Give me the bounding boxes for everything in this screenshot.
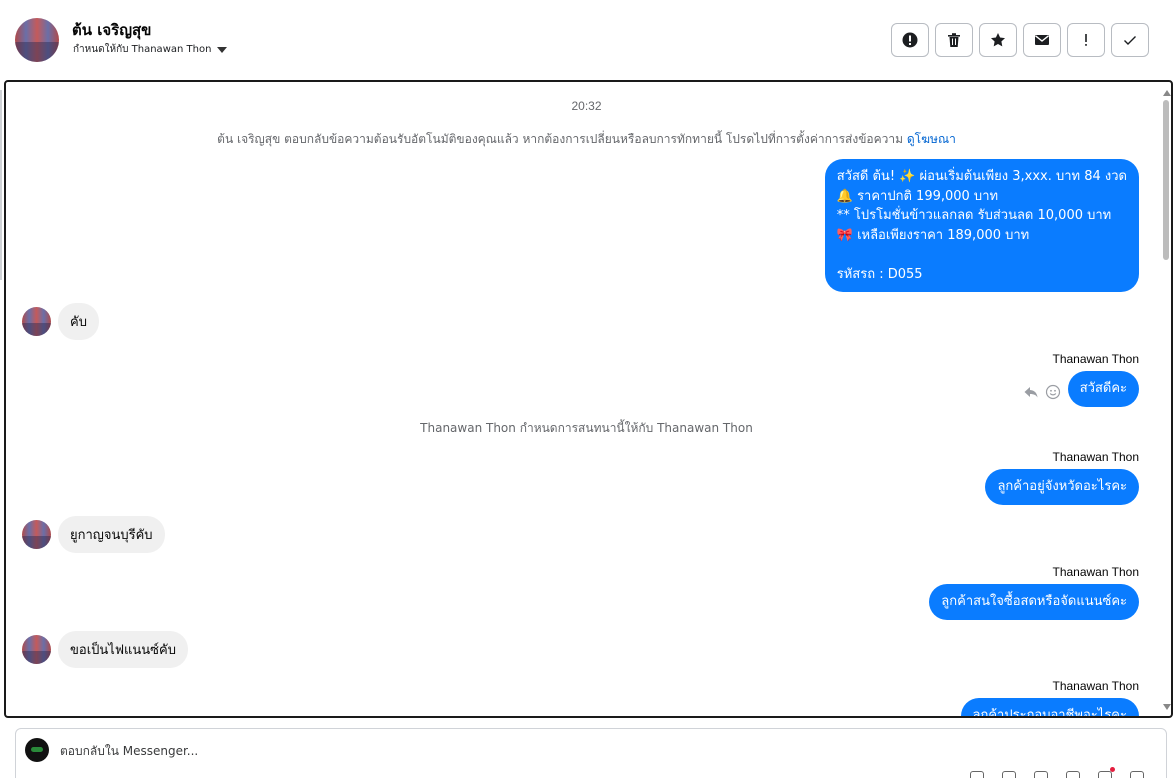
follow-up-button[interactable] [1067, 23, 1105, 57]
outgoing-message[interactable]: สวัสดี ต้น! ✨ ผ่อนเริ่มต้นเพียง 3,xxx. บ… [824, 159, 1139, 292]
message-thread[interactable]: 20:32 ต้น เจริญสุข ตอบกลับข้อความต้อนรับ… [4, 80, 1173, 718]
reply-composer [15, 728, 1167, 778]
star-icon [991, 33, 1005, 47]
incoming-message[interactable]: ยูกาญจนบุรีคับ [58, 516, 165, 553]
contact-avatar-small[interactable] [22, 635, 51, 664]
payment-icon[interactable] [1098, 767, 1115, 778]
assignee-dropdown[interactable]: กำหนดให้กับ Thanawan Thon [73, 42, 228, 57]
like-icon[interactable] [1130, 771, 1144, 778]
caret-down-icon [217, 46, 228, 53]
outgoing-message[interactable]: ลูกค้าประกอบอาชีพอะไรคะ [960, 698, 1139, 716]
scroll-up-arrow-icon[interactable] [1163, 90, 1171, 96]
trash-icon [948, 33, 960, 47]
contact-avatar[interactable] [15, 18, 59, 62]
star-button[interactable] [979, 23, 1017, 57]
outgoing-message[interactable]: ลูกค้าอยู่จังหวัดอะไรคะ [985, 469, 1139, 505]
contact-avatar-small[interactable] [22, 307, 51, 336]
timestamp: 20:32 [571, 99, 602, 113]
contact-name[interactable]: ต้น เจริญสุข [72, 18, 151, 42]
attachment-icon[interactable] [1002, 771, 1016, 778]
scroll-down-arrow-icon[interactable] [1163, 704, 1171, 710]
assignment-notice: Thanawan Thon กำหนดการสนทนานี้ให้กับ Tha… [420, 421, 753, 435]
message-actions [1023, 384, 1061, 400]
alert-circle-icon [902, 32, 918, 48]
mark-unread-button[interactable] [1023, 23, 1061, 57]
sender-name: Thanawan Thon [1052, 352, 1139, 366]
reply-input[interactable] [60, 741, 760, 761]
spam-button[interactable] [891, 23, 929, 57]
sender-name: Thanawan Thon [1052, 450, 1139, 464]
contact-avatar-small[interactable] [22, 520, 51, 549]
check-icon [1124, 36, 1136, 45]
conversation-header: ต้น เจริญสุข กำหนดให้กับ Thanawan Thon [0, 0, 1173, 80]
view-ad-link[interactable]: ดูโฆษณา [907, 132, 956, 146]
sender-name: Thanawan Thon [1052, 565, 1139, 579]
incoming-message[interactable]: ขอเป็นไฟแนนซ์คับ [58, 631, 188, 668]
exclamation-icon [1085, 34, 1087, 46]
assignee-label: กำหนดให้กับ Thanawan Thon [73, 44, 212, 55]
reply-icon[interactable] [1023, 384, 1039, 400]
envelope-icon [1035, 35, 1049, 45]
add-icon[interactable] [970, 771, 984, 778]
saved-reply-icon[interactable] [1034, 771, 1048, 778]
emoji-react-icon[interactable] [1045, 384, 1061, 400]
thread-scrollbar[interactable] [1162, 82, 1171, 716]
incoming-message[interactable]: คับ [58, 303, 99, 340]
scroll-thumb[interactable] [1163, 100, 1169, 260]
auto-reply-notice: ต้น เจริญสุข ตอบกลับข้อความต้อนรับอัตโนม… [6, 130, 1167, 149]
action-toolbar [891, 23, 1149, 57]
mark-done-button[interactable] [1111, 23, 1149, 57]
outgoing-message[interactable]: สวัสดีคะ [1067, 371, 1139, 407]
page-logo [25, 738, 49, 762]
panel-divider [0, 90, 2, 280]
outgoing-message[interactable]: ลูกค้าสนใจซื้อสดหรือจัดแนนซ์คะ [929, 584, 1139, 620]
delete-button[interactable] [935, 23, 973, 57]
emoji-icon[interactable] [1066, 771, 1080, 778]
notice-text: ต้น เจริญสุข ตอบกลับข้อความต้อนรับอัตโนม… [217, 132, 904, 146]
composer-tools [970, 767, 1144, 778]
sender-name: Thanawan Thon [1052, 679, 1139, 693]
